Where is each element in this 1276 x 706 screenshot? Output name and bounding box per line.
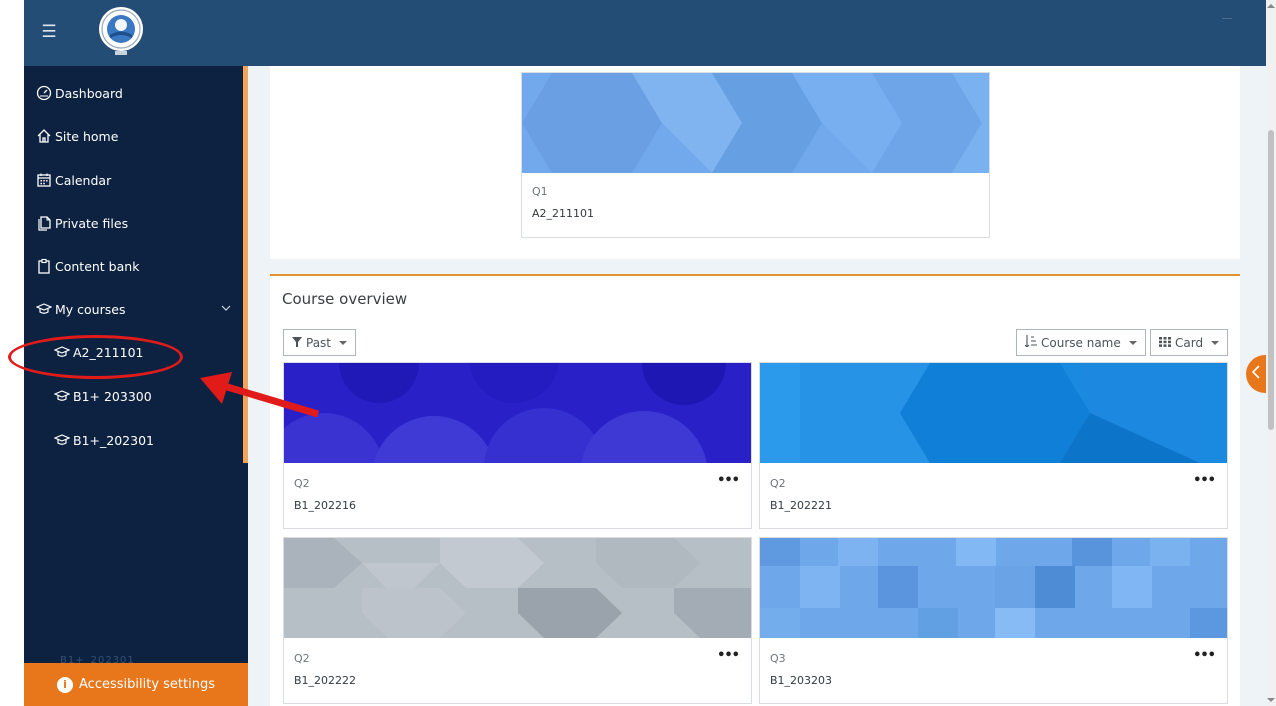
topbar-divider xyxy=(1222,18,1232,19)
course-category: Q2 xyxy=(294,652,310,665)
sidebar-item-label: Site home xyxy=(55,128,119,144)
course-category: Q3 xyxy=(770,652,786,665)
course-card-image[interactable] xyxy=(522,73,989,173)
course-overview-title: Course overview xyxy=(282,290,408,308)
more-options-icon[interactable]: ••• xyxy=(1193,648,1216,663)
sidebar-item-dashboard[interactable]: Dashboard xyxy=(24,73,243,113)
more-options-icon[interactable]: ••• xyxy=(717,648,740,663)
graduation-cap-icon xyxy=(53,431,71,449)
sidebar-item-site-home[interactable]: Site home xyxy=(24,116,243,156)
accessibility-icon: i xyxy=(57,676,74,693)
filter-past-dropdown[interactable]: Past xyxy=(283,329,357,356)
sidebar-item-label: Dashboard xyxy=(55,85,123,101)
hamburger-menu-icon[interactable]: ☰ xyxy=(36,18,62,46)
filter-label: Past xyxy=(306,335,332,350)
course-name-link[interactable]: A2_211101 xyxy=(532,207,594,220)
home-icon xyxy=(35,127,53,145)
scroll-down-arrow[interactable] xyxy=(1267,698,1275,702)
sidebar-item-private-files[interactable]: Private files xyxy=(24,203,243,243)
course-overview-block: Course overview Past Course name Card Q2… xyxy=(270,274,1240,706)
accessibility-settings-button[interactable]: i Accessibility settings xyxy=(24,663,248,706)
files-icon xyxy=(35,214,53,232)
graduation-cap-icon xyxy=(53,387,71,405)
calendar-icon xyxy=(35,171,53,189)
course-card-image[interactable] xyxy=(760,363,1227,463)
more-options-icon[interactable]: ••• xyxy=(717,473,740,488)
course-card-b1-202221[interactable]: Q2 B1_202221 ••• xyxy=(759,362,1228,529)
course-card-image[interactable] xyxy=(284,363,751,463)
top-navbar: ☰ xyxy=(24,0,1266,66)
accessibility-settings-label: Accessibility settings xyxy=(79,677,215,692)
course-card-b1-203203[interactable]: Q3 B1_203203 ••• xyxy=(759,537,1228,704)
clipboard-icon xyxy=(35,257,53,275)
sidebar-item-label: B1+_202301 xyxy=(73,432,154,448)
scroll-thumb[interactable] xyxy=(1268,130,1274,430)
course-name-link[interactable]: B1_203203 xyxy=(770,674,832,687)
sidebar-item-label: B1+ 203300 xyxy=(73,388,152,404)
graduation-cap-icon xyxy=(35,300,53,318)
chevron-left-icon xyxy=(1251,365,1261,383)
sidebar-item-my-courses[interactable]: My courses xyxy=(24,289,243,329)
sidebar-item-label: Content bank xyxy=(55,258,140,274)
view-card-dropdown[interactable]: Card xyxy=(1150,329,1229,356)
view-label: Card xyxy=(1175,335,1204,350)
course-card-image[interactable] xyxy=(284,538,751,638)
more-options-icon[interactable]: ••• xyxy=(1193,473,1216,488)
main-content: Q1 A2_211101 Course overview Past Course… xyxy=(248,66,1266,706)
course-card-a2-211101[interactable]: Q1 A2_211101 xyxy=(521,72,990,238)
annotation-arrow xyxy=(200,372,319,418)
chevron-down-icon xyxy=(1211,340,1220,345)
sidebar-item-content-bank[interactable]: Content bank xyxy=(24,246,243,286)
course-card-image[interactable] xyxy=(760,538,1227,638)
sort-label: Course name xyxy=(1041,335,1121,350)
chevron-down-icon xyxy=(1128,340,1137,345)
course-card-b1-202222[interactable]: Q2 B1_202222 ••• xyxy=(283,537,752,704)
course-name-link[interactable]: B1_202222 xyxy=(294,674,356,687)
sidebar-course-b1-202301[interactable]: B1+_202301 xyxy=(24,420,243,460)
university-logo[interactable] xyxy=(98,4,144,58)
course-name-link[interactable]: B1_202221 xyxy=(770,499,832,512)
sidebar-item-label: My courses xyxy=(55,301,126,317)
chevron-down-icon[interactable] xyxy=(221,303,231,313)
recent-courses-block: Q1 A2_211101 xyxy=(270,66,1240,259)
course-card-b1-202216[interactable]: Q2 B1_202216 ••• xyxy=(283,362,752,529)
filter-icon xyxy=(292,336,302,350)
sort-icon xyxy=(1024,335,1037,350)
dashboard-gauge-icon xyxy=(35,84,53,102)
grid-icon xyxy=(1159,336,1171,350)
page-scrollbar[interactable] xyxy=(1266,0,1276,706)
course-category: Q2 xyxy=(770,477,786,490)
annotation-highlight-ellipse xyxy=(8,335,183,379)
sort-course-name-dropdown[interactable]: Course name xyxy=(1016,329,1146,356)
chevron-down-icon xyxy=(339,340,348,345)
sidebar-item-calendar[interactable]: Calendar xyxy=(24,160,243,200)
course-name-link[interactable]: B1_202216 xyxy=(294,499,356,512)
sidebar-item-label: Private files xyxy=(55,215,129,231)
sidebar-item-label: Calendar xyxy=(55,172,112,188)
course-category: Q1 xyxy=(532,185,548,198)
scroll-up-arrow[interactable] xyxy=(1267,4,1275,8)
course-category: Q2 xyxy=(294,477,310,490)
